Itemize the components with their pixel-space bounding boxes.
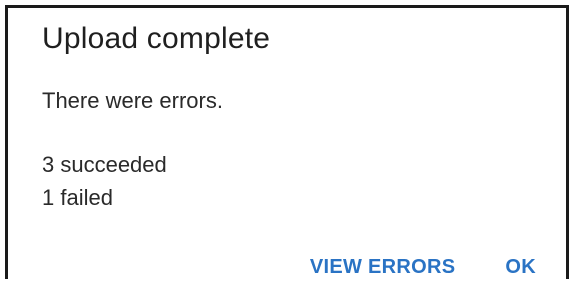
- failed-count: 1 failed: [42, 185, 113, 210]
- view-errors-button[interactable]: VIEW ERRORS: [310, 256, 456, 279]
- upload-complete-dialog: Upload complete There were errors. 3 suc…: [5, 5, 569, 279]
- dialog-actions: VIEW ERRORS OK: [310, 252, 566, 282]
- dialog-title: Upload complete: [42, 22, 271, 55]
- dialog-message: There were errors.: [42, 88, 223, 113]
- upload-results: 3 succeeded 1 failed: [42, 148, 167, 214]
- succeeded-count: 3 succeeded: [42, 152, 167, 177]
- ok-button[interactable]: OK: [505, 256, 536, 279]
